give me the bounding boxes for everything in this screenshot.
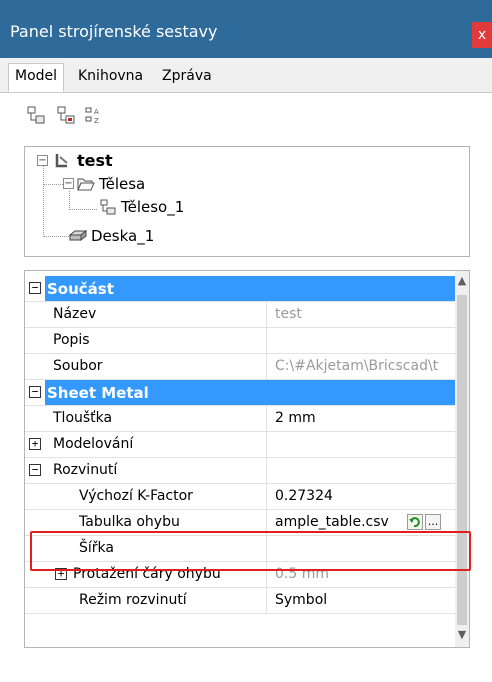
sheet-metal-icon [69,229,87,242]
property-name: Popis [47,328,267,353]
scroll-thumb[interactable] [457,295,467,625]
property-name: Tloušťka [47,406,267,431]
tree-root-label: test [77,151,113,170]
assembly-icon [55,154,68,168]
sort-az-icon[interactable]: A Z [84,105,104,125]
reset-icon[interactable] [407,514,423,530]
tree-node-telesa[interactable]: − Tělesa [25,174,245,194]
window-title: Panel strojírenské sestavy [10,22,218,41]
property-row-soubor[interactable]: Soubor C:\#Akjetam\Bricscad\t [25,354,455,380]
title-bar: Panel strojírenské sestavy x [0,0,492,58]
category-soucast[interactable]: − Součást [25,276,455,302]
category-sheet-metal[interactable]: − Sheet Metal [25,380,455,406]
body-icon [100,199,116,215]
property-name: Soubor [47,354,267,379]
property-group-modelovani[interactable]: + Modelování [25,432,455,458]
property-row-k-factor[interactable]: Výchozí K-Factor 0.27324 [25,484,455,510]
collapse-toggle[interactable]: − [29,282,41,294]
tree-item-label: Deska_1 [91,227,155,245]
property-name: Rozvinutí [47,458,267,483]
category-label: Sheet Metal [47,384,149,402]
property-row-nazev[interactable]: Název test [25,302,455,328]
tree-node-teleso-1[interactable]: Těleso_1 [25,197,265,217]
property-value[interactable]: C:\#Akjetam\Bricscad\t [275,354,455,379]
component-icon[interactable] [26,105,46,125]
property-group-rozvinuti[interactable]: − Rozvinutí [25,458,455,484]
tree-item-label: Tělesa [99,175,146,193]
tab-model[interactable]: Model [8,63,65,92]
property-name: Název [47,302,267,327]
highlight-box [30,531,471,571]
property-row-tloustka[interactable]: Tloušťka 2 mm [25,406,455,432]
collapse-toggle[interactable]: − [37,155,48,166]
property-value[interactable] [275,328,455,353]
category-label: Součást [47,280,114,298]
model-tree: − test − Tělesa Těleso_1 Deska_1 [24,146,470,257]
property-name: Režim rozvinutí [47,588,267,613]
svg-text:Z: Z [94,117,99,125]
browse-button[interactable]: ... [425,514,441,530]
property-value[interactable]: Symbol [275,588,455,613]
scroll-up-icon[interactable]: ▲ [455,275,469,287]
property-grid: − Součást Název test Popis Soubor C:\#Ak… [24,270,470,648]
tree-item-label: Těleso_1 [121,198,185,216]
scroll-down-icon[interactable]: ▼ [455,629,469,641]
collapse-toggle[interactable]: − [29,386,41,398]
property-value[interactable]: 0.27324 [275,484,455,509]
tree-node-root[interactable]: − test [25,151,225,171]
property-name: Modelování [47,432,267,457]
expand-toggle[interactable]: + [29,438,41,450]
folder-open-icon [77,178,95,191]
collapse-toggle[interactable]: − [29,464,41,476]
component-remove-icon[interactable] [56,105,76,125]
tab-bar: Model Knihovna Zpráva [0,58,492,93]
property-value[interactable]: 2 mm [275,406,455,431]
property-value [275,458,455,483]
tab-knihovna[interactable]: Knihovna [72,64,149,90]
vertical-scrollbar[interactable]: ▲ ▼ [455,271,469,647]
svg-text:A: A [94,108,99,116]
toolbar: A Z [0,93,492,139]
collapse-toggle[interactable]: − [63,178,74,189]
property-name: Výchozí K-Factor [47,484,267,509]
tab-zprava[interactable]: Zpráva [156,64,218,90]
property-row-popis[interactable]: Popis [25,328,455,354]
tree-node-deska-1[interactable]: Deska_1 [25,226,245,246]
close-button[interactable]: x [472,22,492,48]
property-row-rezim-rozvinuti[interactable]: Režim rozvinutí Symbol [25,588,455,614]
property-value [275,432,455,457]
property-value[interactable]: test [275,302,455,327]
